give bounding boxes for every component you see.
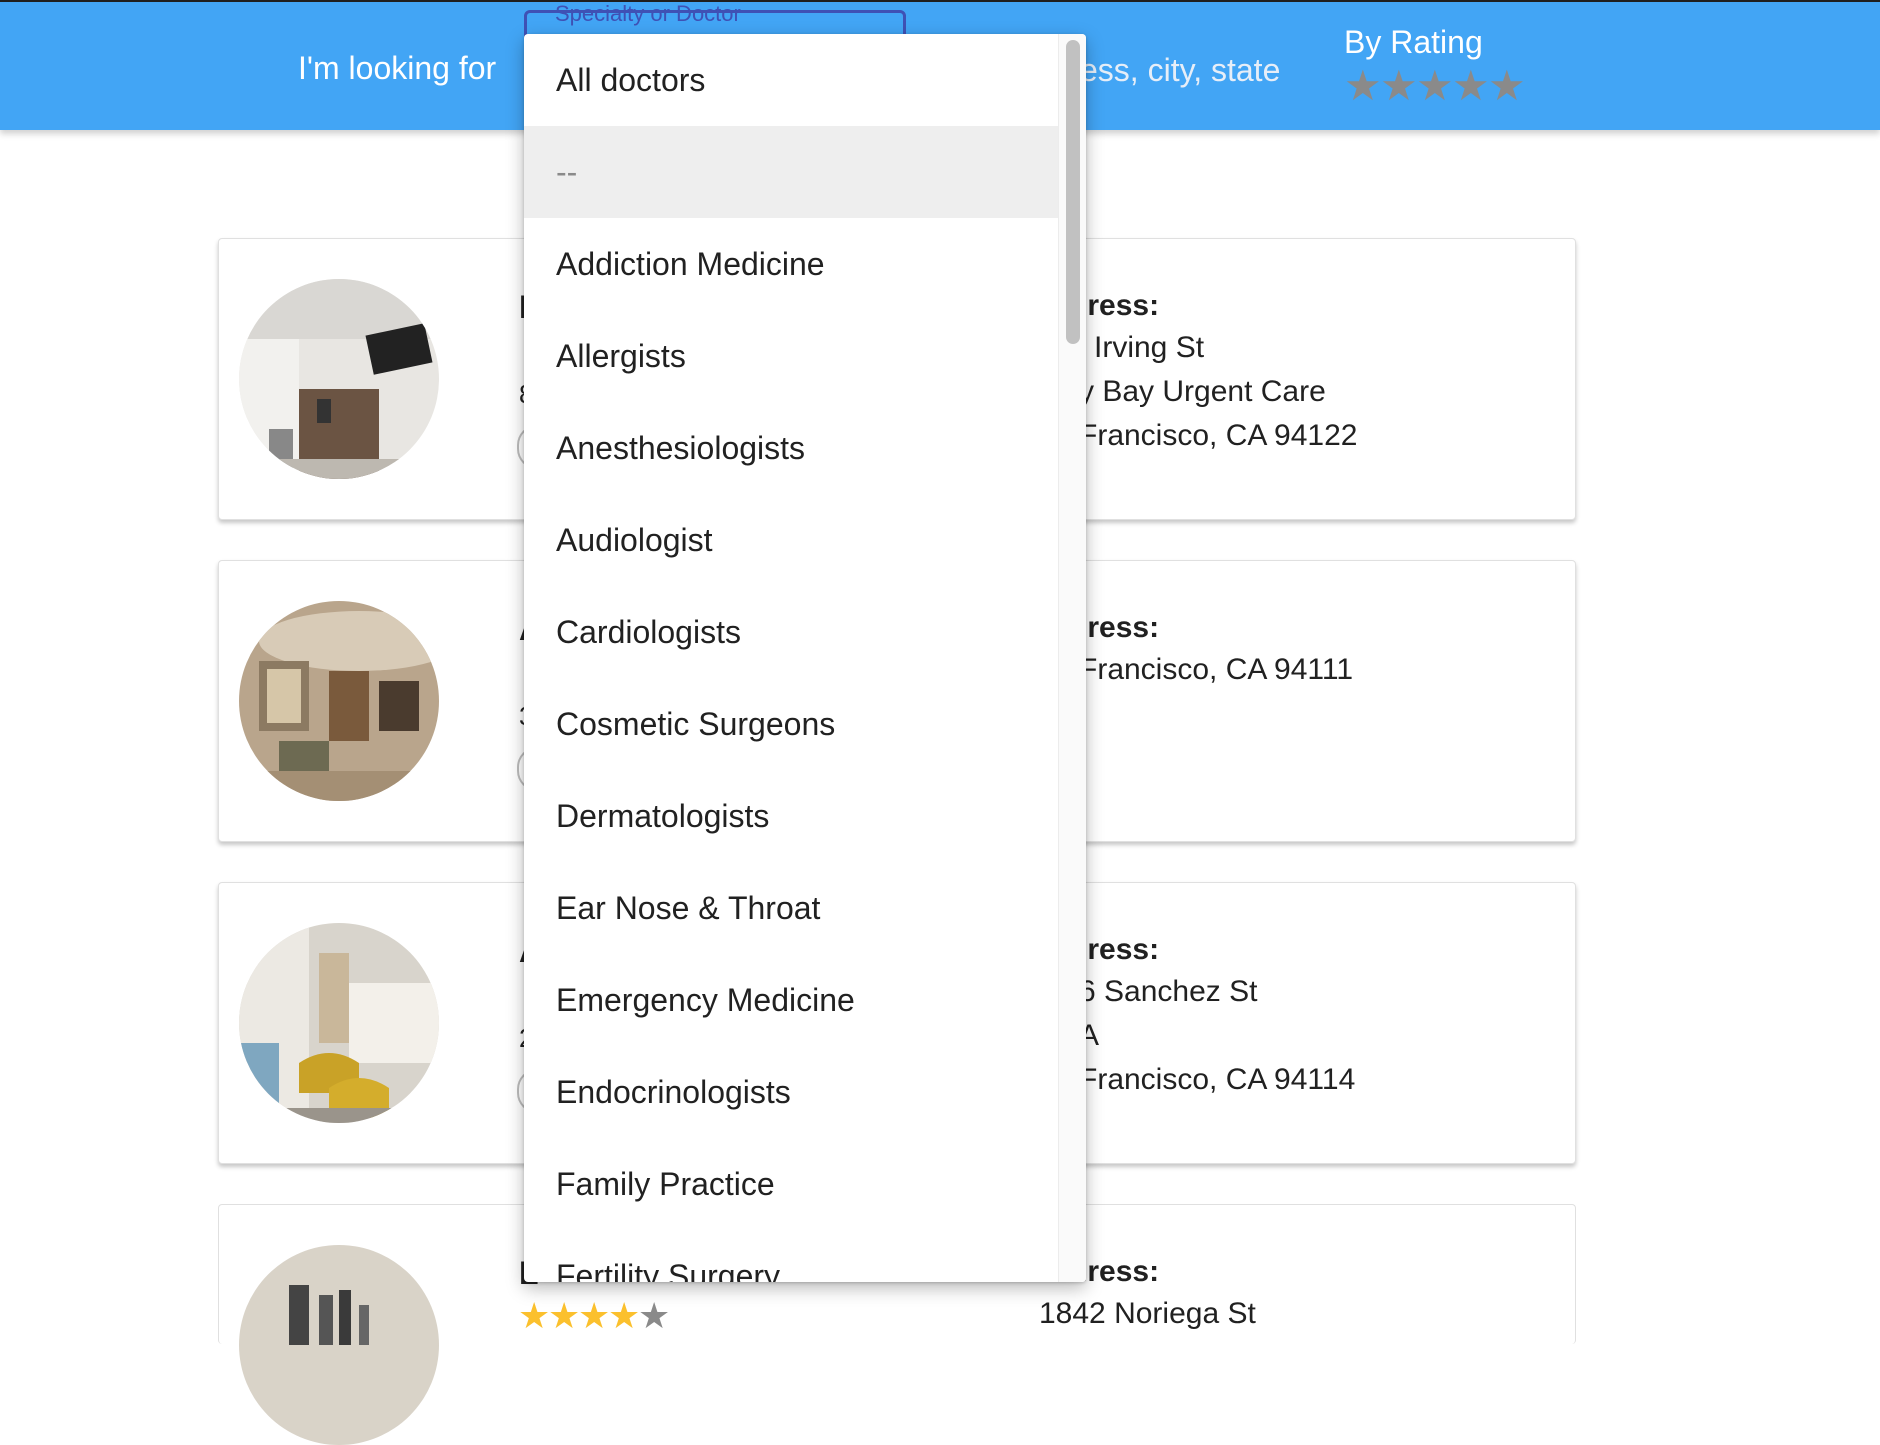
star-icon[interactable]: ★ (1380, 64, 1418, 108)
option-family-practice[interactable]: Family Practice (524, 1138, 1058, 1230)
star-icon[interactable]: ★ (1452, 64, 1490, 108)
option-anesthesiologists[interactable]: Anesthesiologists (524, 402, 1058, 494)
star-icon[interactable]: ★ (1344, 64, 1382, 108)
option-ear-nose-throat[interactable]: Ear Nose & Throat (524, 862, 1058, 954)
specialty-select-label: Specialty or Doctor (555, 1, 741, 26)
address-line: 6 Sanchez St (1079, 975, 1258, 1008)
option-allergists[interactable]: Allergists (524, 310, 1058, 402)
clinic-photo (239, 1245, 439, 1445)
address-line: Francisco, CA 94122 (1079, 419, 1358, 452)
address-line: l Irving St (1079, 331, 1205, 364)
option-cosmetic-surgeons[interactable]: Cosmetic Surgeons (524, 678, 1058, 770)
star-filled-icon: ★ (518, 1295, 551, 1336)
star-icon[interactable]: ★ (1416, 64, 1454, 108)
star-icon[interactable]: ★ (1488, 64, 1526, 108)
option-separator[interactable]: -- (524, 126, 1058, 218)
star-empty-icon: ★ (638, 1295, 671, 1336)
star-filled-icon: ★ (578, 1295, 611, 1336)
address-label: lress: (1079, 933, 1160, 966)
address-label: lress: (1079, 289, 1160, 322)
address-line: Francisco, CA 94114 (1079, 1063, 1356, 1096)
star-filled-icon: ★ (548, 1295, 581, 1336)
address-line: 1842 Noriega St (1039, 1297, 1256, 1330)
clinic-photo (239, 923, 439, 1123)
option-all-doctors[interactable]: All doctors (524, 34, 1058, 126)
option-fertility-surgery[interactable]: Fertility Surgery (524, 1230, 1058, 1283)
star-filled-icon: ★ (608, 1295, 641, 1336)
option-addiction-medicine[interactable]: Addiction Medicine (524, 218, 1058, 310)
clinic-photo (239, 279, 439, 479)
option-cardiologists[interactable]: Cardiologists (524, 586, 1058, 678)
address-label: lress: (1079, 611, 1160, 644)
rating-filter-label: By Rating (1344, 24, 1483, 60)
address-line: Francisco, CA 94111 (1079, 653, 1354, 686)
rating-stars: ★ ★ ★ ★ ★ (518, 1295, 671, 1336)
address-line: y Bay Urgent Care (1079, 375, 1326, 408)
option-emergency-medicine[interactable]: Emergency Medicine (524, 954, 1058, 1046)
looking-for-label: I'm looking for (298, 50, 497, 86)
location-input[interactable] (1080, 48, 1300, 92)
address-label: lress: (1079, 1255, 1160, 1288)
option-endocrinologists[interactable]: Endocrinologists (524, 1046, 1058, 1138)
specialty-dropdown-menu[interactable]: All doctors -- Addiction Medicine Allerg… (524, 34, 1086, 1282)
scrollbar-thumb[interactable] (1066, 40, 1080, 344)
clinic-photo (239, 601, 439, 801)
rating-filter-stars[interactable]: ★ ★ ★ ★ ★ (1344, 64, 1526, 108)
option-audiologist[interactable]: Audiologist (524, 494, 1058, 586)
dropdown-scrollbar[interactable] (1058, 34, 1086, 1282)
option-dermatologists[interactable]: Dermatologists (524, 770, 1058, 862)
